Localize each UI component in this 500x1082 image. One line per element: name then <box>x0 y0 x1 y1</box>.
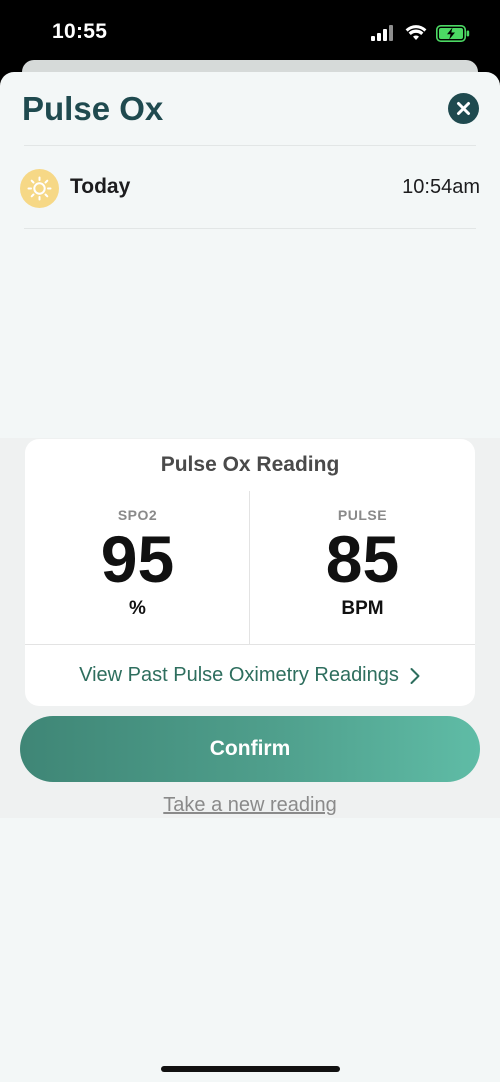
pulse-ox-reading-card: Pulse Ox Reading SPO2 95 % PULSE 85 BPM … <box>25 439 475 706</box>
battery-charging-icon <box>436 24 470 42</box>
confirm-button[interactable]: Confirm <box>20 716 480 782</box>
divider <box>24 145 476 146</box>
sun-badge <box>20 169 59 208</box>
chevron-right-icon <box>410 667 420 684</box>
take-new-reading-link[interactable]: Take a new reading <box>0 794 500 817</box>
page-title: Pulse Ox <box>22 90 164 127</box>
spo2-value: 95 <box>100 522 175 596</box>
status-bar: 10:55 <box>0 0 500 64</box>
sun-icon <box>27 176 52 201</box>
home-indicator <box>161 1066 340 1072</box>
pulse-label: PULSE <box>337 507 388 523</box>
cellular-signal-icon <box>371 25 393 41</box>
card-title: Pulse Ox Reading <box>160 453 340 476</box>
pulse-ox-sheet: Pulse Ox Today 10:54am Pulse Ox Reading … <box>0 72 500 1082</box>
spo2-label: SPO2 <box>117 507 158 523</box>
pulse-value: 85 <box>325 522 400 596</box>
view-past-readings-link[interactable]: View Past Pulse Oximetry Readings <box>25 645 475 706</box>
close-button[interactable] <box>448 93 479 124</box>
reading-date-row: Today 10:54am <box>20 168 480 208</box>
view-past-readings-label: View Past Pulse Oximetry Readings <box>79 664 399 686</box>
pulse-column: PULSE 85 BPM <box>250 489 475 644</box>
close-icon <box>457 102 470 115</box>
wifi-icon <box>405 25 427 40</box>
spo2-unit: % <box>129 598 146 620</box>
reading-time: 10:54am <box>402 176 480 198</box>
divider <box>24 228 476 229</box>
pulse-unit: BPM <box>341 598 384 620</box>
status-icons <box>371 23 470 43</box>
spo2-column: SPO2 95 % <box>25 489 250 644</box>
status-time: 10:55 <box>52 20 108 43</box>
day-label: Today <box>70 175 131 198</box>
